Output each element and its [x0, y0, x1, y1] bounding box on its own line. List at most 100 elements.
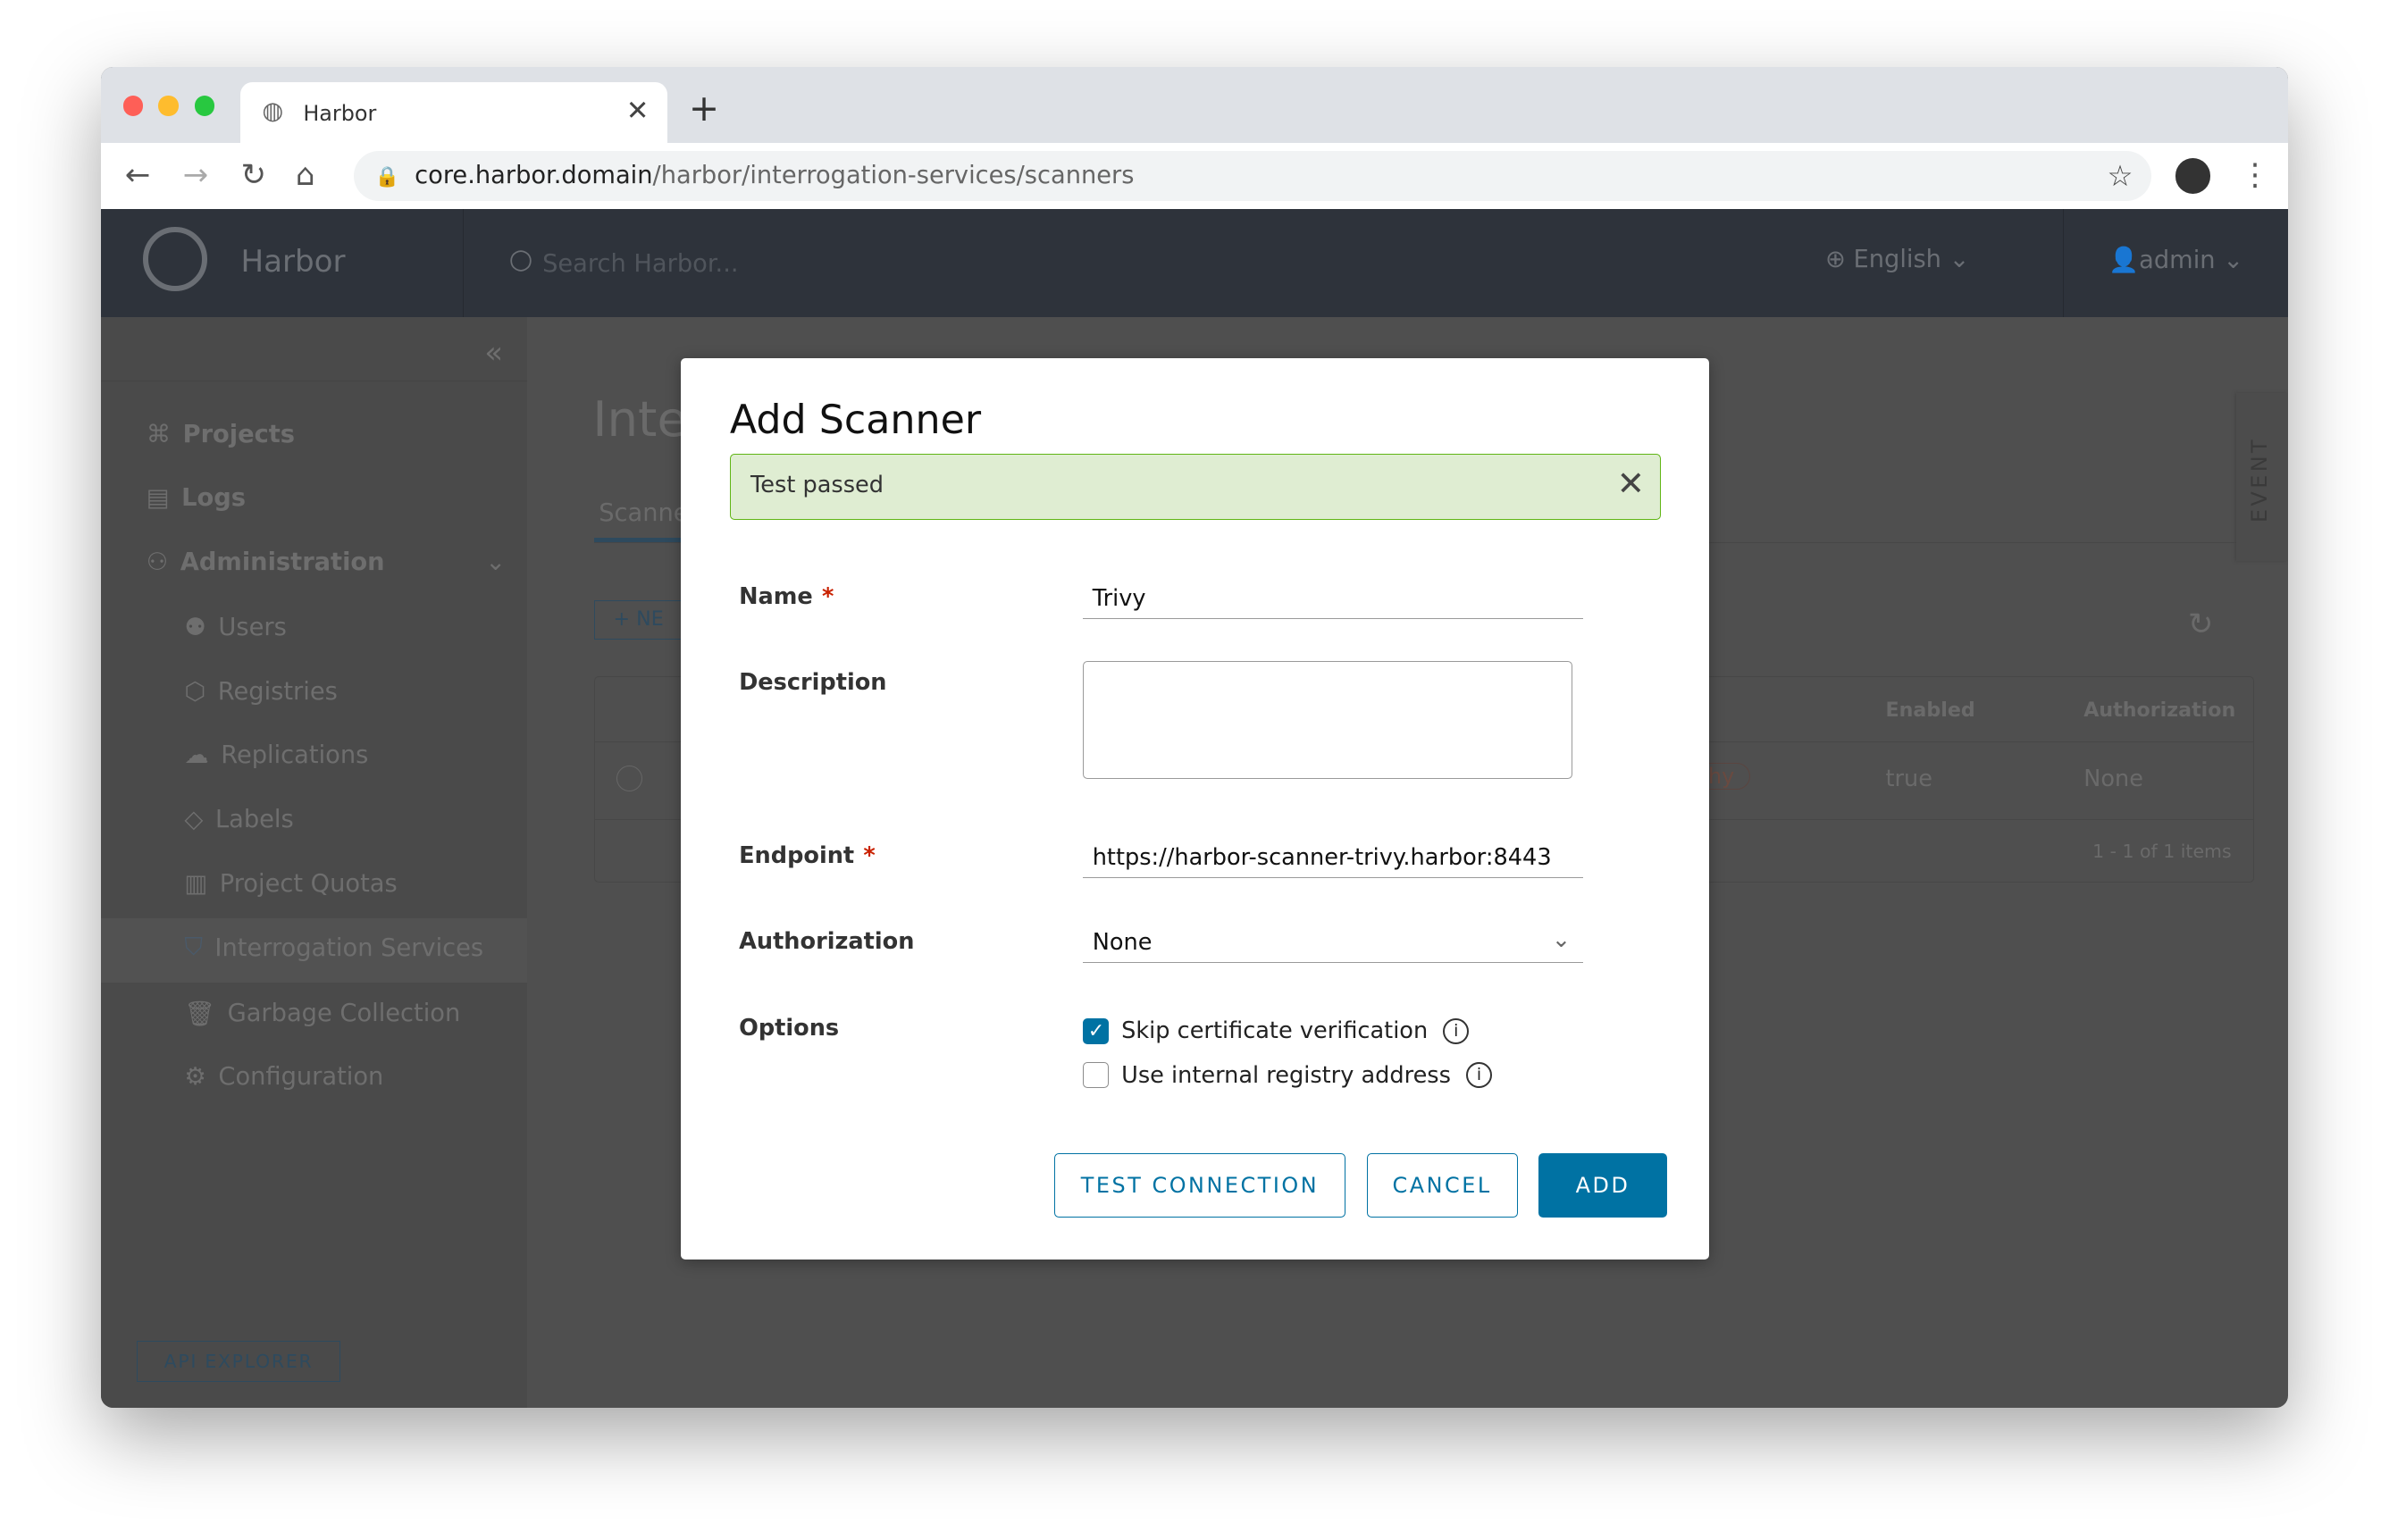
info-icon[interactable]: i: [1466, 1062, 1492, 1089]
minimize-window-button[interactable]: [158, 96, 179, 116]
option-label: Skip certificate verification: [1121, 1017, 1429, 1045]
profile-avatar[interactable]: [2175, 158, 2211, 194]
url-field[interactable]: 🔒 core.harbor.domain/harbor/interrogation…: [353, 150, 2151, 202]
select-value: None: [1092, 929, 1153, 957]
globe-icon: ⊕: [1825, 245, 1854, 273]
new-scanner-button[interactable]: + NE: [594, 599, 686, 640]
alert-text: Test passed: [750, 471, 884, 498]
replications-icon: ☁: [184, 741, 209, 770]
options-label: Options: [739, 1014, 840, 1042]
description-label: Description: [739, 668, 887, 696]
authorization-label: Authorization: [739, 927, 915, 955]
home-icon[interactable]: ⌂: [296, 157, 315, 193]
checkbox-unchecked[interactable]: [1083, 1062, 1110, 1089]
search-input[interactable]: Search Harbor...: [542, 250, 738, 278]
sidebar-item-interrogation-services[interactable]: ⛉ Interrogation Services: [184, 933, 483, 962]
users-icon: ⚉: [184, 614, 206, 642]
sidebar-label: Users: [218, 614, 287, 642]
address-bar: ← → ↻ ⌂ 🔒 core.harbor.domain/harbor/inter…: [100, 143, 2289, 210]
language-dropdown[interactable]: ⊕ English ⌄: [1825, 246, 1969, 273]
use-internal-registry-checkbox[interactable]: Use internal registry address i: [1083, 1062, 1492, 1089]
sidebar-label: Registries: [217, 677, 338, 706]
column-header: Enabled: [1885, 699, 1975, 723]
sidebar-item-replications[interactable]: ☁ Replications: [184, 741, 368, 769]
collapse-sidebar-icon[interactable]: «: [484, 335, 503, 371]
column-header: Authorization: [2083, 699, 2236, 723]
sidebar-item-registries[interactable]: ⬡ Registries: [184, 678, 338, 706]
authorization-select[interactable]: None ⌄: [1083, 925, 1583, 964]
registries-icon: ⬡: [184, 677, 206, 706]
name-label: Name *: [739, 583, 834, 611]
add-scanner-modal: Add Scanner Test passed ✕ Name * Trivy De…: [681, 357, 1710, 1260]
reload-icon[interactable]: ↻: [240, 157, 266, 193]
sidebar-item-configuration[interactable]: ⚙ Configuration: [184, 1063, 383, 1091]
cancel-button[interactable]: CANCEL: [1366, 1152, 1518, 1218]
name-input[interactable]: Trivy: [1083, 585, 1583, 619]
url-host: core.harbor.domain: [415, 161, 653, 189]
event-label: EVENT: [2247, 436, 2273, 523]
chevron-down-icon: ⌄: [485, 548, 507, 576]
tab-scanners[interactable]: Scanne: [599, 499, 688, 527]
bookmark-star-icon[interactable]: ☆: [2107, 151, 2133, 201]
harbor-logo-icon: [143, 227, 207, 291]
sidebar-item-projects[interactable]: ⌘ Projects: [147, 421, 295, 448]
new-tab-icon[interactable]: +: [689, 87, 719, 130]
cell-enabled: true: [1885, 766, 1933, 793]
sidebar-label: Replications: [221, 741, 369, 770]
cell-authorization: None: [2083, 766, 2143, 793]
close-window-button[interactable]: [123, 96, 144, 116]
add-button[interactable]: ADD: [1538, 1152, 1667, 1218]
label-text: Name: [739, 583, 813, 611]
sidebar-item-garbage-collection[interactable]: 🗑 Garbage Collection: [184, 1000, 460, 1028]
close-tab-icon[interactable]: ✕: [626, 96, 650, 127]
sidebar-item-logs[interactable]: ▤ Logs: [147, 484, 246, 512]
page-title: Inte: [592, 389, 688, 448]
checkbox-checked[interactable]: ✓: [1083, 1017, 1110, 1044]
sidebar-item-project-quotas[interactable]: ▥ Project Quotas: [184, 870, 397, 898]
user-name: admin: [2139, 246, 2216, 274]
sidebar-label: Garbage Collection: [227, 1000, 461, 1028]
forward-icon[interactable]: →: [183, 157, 209, 193]
url-path: /harbor/interrogation-services/scanners: [652, 161, 1135, 189]
option-label: Use internal registry address: [1121, 1061, 1451, 1089]
quotas-icon: ▥: [184, 869, 208, 898]
skip-cert-verification-checkbox[interactable]: ✓ Skip certificate verification i: [1083, 1017, 1470, 1045]
shield-icon: ⛉: [184, 933, 203, 962]
user-icon: 👤: [2108, 246, 2140, 274]
event-panel-tab[interactable]: EVENT: [2236, 392, 2289, 561]
description-textarea[interactable]: [1083, 661, 1573, 779]
sidebar-label: Interrogation Services: [214, 933, 484, 962]
brand-name: Harbor: [240, 243, 346, 280]
sidebar-label: Logs: [181, 484, 246, 513]
sidebar-item-administration[interactable]: ⚇ Administration ⌄: [147, 548, 506, 576]
app-header: Harbor ○ Search Harbor... ⊕ English ⌄ 👤a…: [100, 208, 2289, 317]
tab-bar: ◍ Harbor ✕ +: [100, 67, 2289, 144]
endpoint-input[interactable]: https://harbor-scanner-trivy.harbor:8443: [1083, 844, 1583, 878]
close-alert-icon[interactable]: ✕: [1617, 464, 1645, 503]
tab-title: Harbor: [303, 100, 377, 126]
menu-kebab-icon[interactable]: ⋮: [2240, 157, 2270, 193]
back-icon[interactable]: ←: [125, 157, 151, 193]
projects-icon: ⌘: [146, 420, 171, 448]
search-icon: ○: [508, 243, 533, 275]
sidebar-item-labels[interactable]: ◇ Labels: [184, 806, 293, 833]
api-explorer-button[interactable]: API EXPLORER: [137, 1340, 340, 1383]
sidebar: « ⌘ Projects ▤ Logs ⚇ Administration ⌄ ⚉ User…: [100, 316, 528, 1408]
trash-icon: 🗑: [184, 1000, 215, 1028]
pagination: 1 - 1 of 1 items: [2092, 840, 2232, 862]
language-label: English: [1853, 245, 1941, 273]
sidebar-label: Labels: [214, 806, 294, 834]
test-connection-button[interactable]: TEST CONNECTION: [1054, 1152, 1345, 1218]
chevron-down-icon: ⌄: [1551, 925, 1572, 953]
administration-icon: ⚇: [146, 548, 169, 576]
sidebar-item-users[interactable]: ⚉ Users: [184, 614, 286, 641]
info-icon[interactable]: i: [1443, 1017, 1470, 1044]
label-text: Endpoint: [739, 842, 855, 870]
user-dropdown[interactable]: 👤admin ⌄: [2108, 246, 2243, 274]
row-radio[interactable]: [616, 766, 643, 792]
refresh-icon[interactable]: ↻: [2188, 607, 2214, 642]
modal-title: Add Scanner: [729, 398, 982, 444]
endpoint-label: Endpoint *: [739, 842, 876, 870]
browser-tab[interactable]: ◍ Harbor ✕: [240, 82, 667, 144]
maximize-window-button[interactable]: [195, 96, 215, 116]
